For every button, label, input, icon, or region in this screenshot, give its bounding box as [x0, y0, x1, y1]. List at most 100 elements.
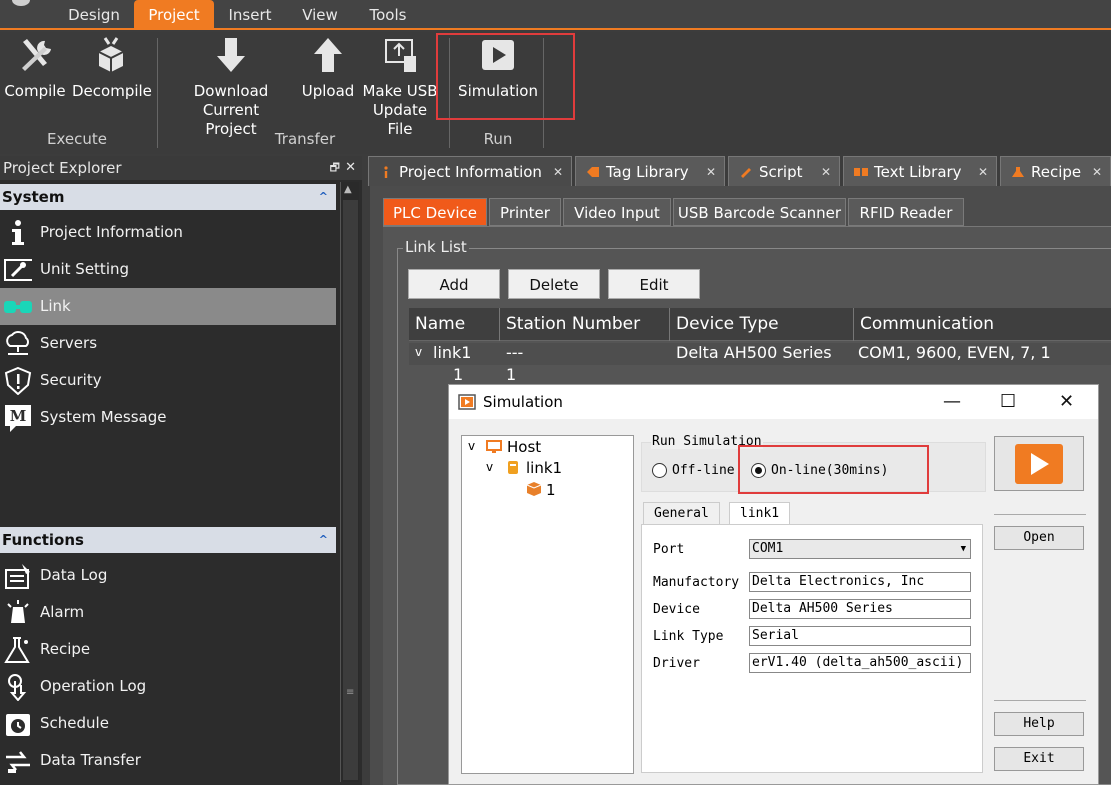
explorer-item-security[interactable]: Security — [0, 362, 336, 399]
pin-icon[interactable]: 🗗 — [330, 156, 340, 180]
explorer-item-link[interactable]: Link — [0, 288, 336, 325]
tab-text-library[interactable]: Text Library ✕ — [843, 156, 997, 186]
close-icon[interactable]: ✕ — [345, 156, 356, 180]
edit-button[interactable]: Edit — [608, 269, 700, 299]
driver-field: erV1.40 (delta_ah500_ascii) — [749, 653, 971, 673]
explorer-item-data-transfer[interactable]: Data Transfer — [0, 742, 336, 779]
column-communication[interactable]: Communication — [854, 308, 1111, 341]
divider — [994, 514, 1086, 515]
driver-label: Driver — [653, 656, 700, 671]
column-station-number[interactable]: Station Number — [500, 308, 670, 341]
simulation-dialog: Simulation — ☐ ✕ v Host v link1 1 Run Si… — [448, 384, 1099, 785]
port-select[interactable]: COM1 ▼ — [749, 539, 971, 559]
explorer-item-unit-setting[interactable]: Unit Setting — [0, 251, 336, 288]
minimize-icon[interactable]: — — [943, 391, 961, 412]
explorer-item-label: Unit Setting — [40, 260, 130, 278]
help-button[interactable]: Help — [994, 712, 1084, 736]
tab-link1[interactable]: link1 — [729, 502, 791, 524]
add-button[interactable]: Add — [408, 269, 500, 299]
grip-icon: ≡ — [346, 687, 355, 698]
tab-usb-barcode-scanner[interactable]: USB Barcode Scanner — [673, 198, 846, 226]
explorer-item-recipe[interactable]: Recipe — [0, 631, 336, 668]
usb-label-line1: Make USB — [362, 82, 438, 100]
dialog-title-bar[interactable]: Simulation — ☐ ✕ — [449, 385, 1098, 419]
menu-view[interactable]: View — [292, 0, 348, 30]
explorer-item-alarm[interactable]: Alarm — [0, 594, 336, 631]
tab-plc-device[interactable]: PLC Device — [383, 198, 487, 226]
scroll-up-icon[interactable]: ▲ — [344, 184, 352, 195]
explorer-item-operation-log[interactable]: Operation Log — [0, 668, 336, 705]
tab-project-information[interactable]: Project Information ✕ — [368, 156, 572, 186]
group-transfer: Transfer — [274, 130, 336, 148]
compile-button[interactable]: Compile — [4, 32, 66, 101]
explorer-item-project-information[interactable]: Project Information — [0, 214, 336, 251]
explorer-scrollbar[interactable]: ▲ ≡ — [340, 182, 359, 782]
expand-chevron-icon[interactable]: v — [486, 460, 493, 474]
upload-button[interactable]: Upload — [298, 32, 358, 101]
dropdown-arrow-icon[interactable]: ▼ — [961, 540, 966, 558]
delete-button[interactable]: Delete — [508, 269, 600, 299]
system-section-header[interactable]: System ^ — [0, 184, 336, 210]
dialog-title: Simulation — [483, 393, 563, 411]
functions-section-header[interactable]: Functions ^ — [0, 527, 336, 553]
close-tab-icon[interactable]: ✕ — [978, 157, 988, 187]
tab-rfid-reader[interactable]: RFID Reader — [848, 198, 964, 226]
group-execute: Execute — [47, 130, 107, 148]
tab-tag-library[interactable]: Tag Library ✕ — [575, 156, 725, 186]
download-label-line1: Download Current — [193, 82, 269, 119]
simulation-highlight-box — [436, 33, 575, 120]
exit-button[interactable]: Exit — [994, 747, 1084, 771]
close-icon[interactable]: ✕ — [1059, 391, 1074, 412]
explorer-item-data-log[interactable]: Data Log — [0, 557, 336, 594]
flask-icon — [4, 637, 30, 663]
open-button[interactable]: Open — [994, 526, 1084, 550]
decompile-label: Decompile — [72, 82, 152, 100]
link-icon — [4, 301, 32, 313]
tab-general[interactable]: General — [643, 502, 720, 524]
clock-icon — [6, 714, 30, 736]
link-node-icon — [508, 461, 518, 474]
tab-label: Tag Library — [606, 163, 689, 181]
download-project-button[interactable]: Download Current Project — [166, 32, 296, 139]
make-usb-button[interactable]: Make USB Update File — [358, 32, 442, 139]
table-row[interactable]: v link1 --- Delta AH500 Series COM1, 960… — [409, 343, 1111, 365]
menu-project[interactable]: Project — [134, 0, 214, 30]
explorer-item-servers[interactable]: Servers — [0, 325, 336, 362]
close-tab-icon[interactable]: ✕ — [1092, 157, 1102, 187]
close-tab-icon[interactable]: ✕ — [553, 157, 563, 187]
expand-chevron-icon[interactable]: v — [468, 439, 475, 453]
collapse-caret-icon[interactable]: ^ — [319, 184, 328, 210]
tree-node-host[interactable]: Host — [507, 438, 541, 456]
divider — [994, 700, 1086, 701]
radio-offline-dot[interactable] — [652, 463, 667, 478]
column-device-type[interactable]: Device Type — [670, 308, 854, 341]
menu-insert[interactable]: Insert — [220, 0, 280, 30]
tree-node-link1[interactable]: link1 — [526, 459, 562, 477]
decompile-button[interactable]: Decompile — [72, 32, 152, 101]
explorer-title: Project Explorer — [3, 159, 122, 177]
maximize-icon[interactable]: ☐ — [1000, 391, 1016, 412]
run-simulation-button[interactable] — [994, 436, 1084, 491]
menu-tools[interactable]: Tools — [360, 0, 416, 30]
tab-printer[interactable]: Printer — [489, 198, 561, 226]
row-station: --- — [506, 343, 524, 362]
collapse-caret-icon[interactable]: ^ — [319, 527, 328, 553]
explorer-item-system-message[interactable]: M System Message — [0, 399, 336, 436]
explorer-item-schedule[interactable]: Schedule — [0, 705, 336, 742]
recipe-icon — [1012, 167, 1024, 177]
host-icon — [486, 440, 502, 453]
link-type-field: Serial — [749, 626, 971, 646]
tab-script[interactable]: Script ✕ — [728, 156, 840, 186]
menu-design[interactable]: Design — [58, 0, 130, 30]
message-icon: M — [5, 405, 31, 432]
explorer-item-label: System Message — [40, 408, 167, 426]
tab-recipe[interactable]: Recipe ✕ — [1000, 156, 1111, 186]
close-tab-icon[interactable]: ✕ — [706, 157, 716, 187]
close-tab-icon[interactable]: ✕ — [821, 157, 831, 187]
tab-video-input[interactable]: Video Input — [563, 198, 671, 226]
link-list-title: Link List — [403, 238, 469, 256]
expand-chevron-icon[interactable]: v — [415, 345, 422, 359]
tree-node-station[interactable]: 1 — [546, 481, 556, 499]
row-device: Delta AH500 Series — [676, 343, 832, 362]
column-name[interactable]: Name — [409, 308, 500, 341]
